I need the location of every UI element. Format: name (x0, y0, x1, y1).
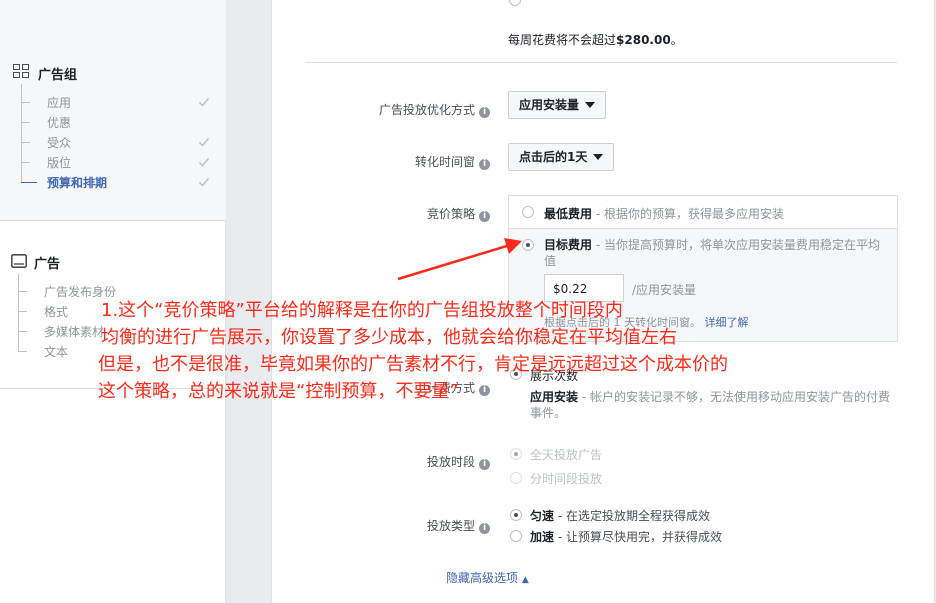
info-icon[interactable]: i (479, 459, 490, 470)
annotation-line-4: 这个策略，总的来说就是“控制预算，不要量” (98, 381, 459, 402)
tree-branch (21, 142, 30, 143)
info-icon[interactable]: i (479, 385, 490, 396)
schedule-label: 投放时段 i (290, 453, 490, 470)
tree-line (21, 84, 22, 183)
optimization-label-text: 广告投放优化方式 (378, 103, 475, 117)
schedule-all-day: 全天投放广告 (530, 448, 603, 462)
section-divider (305, 62, 897, 63)
tree-branch (18, 351, 27, 352)
ad-monitor-icon (11, 254, 27, 268)
annotation-arrow-icon (397, 238, 522, 281)
annotation-line-3: 但是，也不是很准，毕竟如果你的广告素材不行，肯定是远远超过这个成本价的 (98, 354, 728, 375)
window-label-text: 转化时间窗 (414, 155, 475, 169)
schedule-dayparting-radio[interactable] (510, 472, 522, 484)
delivery-standard-desc: - 在选定投放期全程获得成效 (554, 509, 710, 523)
tree-branch-active (21, 182, 37, 183)
bid-strategy-label: 竞价策略 i (290, 205, 490, 222)
window-value: 点击后的1天 (519, 150, 588, 164)
delivery-standard-radio[interactable] (510, 509, 522, 521)
info-icon[interactable]: i (479, 159, 490, 170)
sidebar-item-budget-schedule[interactable]: 预算和排期 (47, 174, 107, 191)
charge-installs-desc: - 帐户的安装记录不够，无法使用移动应用安装广告的付费事件。 (530, 390, 890, 420)
check-icon (198, 177, 210, 187)
hide-advanced-text: 隐藏高级选项 (446, 571, 519, 585)
spend-cap-text: 每周花费将不会超过$280.00。 (508, 31, 683, 48)
sidebar-item-placement[interactable]: 版位 (47, 154, 71, 171)
info-icon[interactable]: i (479, 523, 490, 534)
caret-down-icon (585, 102, 596, 108)
bid-strategy-label-text: 竞价策略 (426, 207, 475, 221)
tree-branch (21, 102, 30, 103)
schedule-dayparting: 分时间段投放 (530, 472, 603, 486)
delivery-standard-text: 匀速 - 在选定投放期全程获得成效 (530, 507, 710, 524)
window-label: 转化时间窗 i (290, 153, 490, 170)
annotation-line-1: 1.这个“竞价策略”平台给的解释是在你的广告组投放整个时间段内 (101, 300, 623, 321)
ad-section-title[interactable]: 广告 (34, 253, 60, 272)
optimization-value: 应用安装量 (519, 98, 580, 112)
learn-more-link[interactable]: 详细了解 (705, 316, 749, 329)
spend-cap-amount: $280.00 (616, 33, 671, 47)
bid-lowest-title: 最低费用 (544, 207, 593, 221)
spend-cap-prefix: 每周花费将不会超过 (508, 33, 617, 47)
caret-down-icon (593, 154, 604, 160)
info-icon[interactable]: i (479, 107, 490, 118)
bid-target-title: 目标费用 (544, 238, 593, 252)
sidebar-item-media[interactable]: 多媒体素材 (44, 323, 104, 340)
tree-branch (18, 291, 27, 292)
divider (0, 220, 226, 221)
check-icon (198, 137, 210, 147)
caret-up-icon: ▲ (521, 575, 529, 585)
adset-section-title[interactable]: 广告组 (38, 64, 77, 83)
sidebar-item-app[interactable]: 应用 (47, 94, 71, 111)
info-icon[interactable]: i (479, 211, 490, 222)
optimization-label: 广告投放优化方式 i (290, 101, 490, 118)
adset-section (0, 0, 226, 220)
optimization-dropdown[interactable]: 应用安装量 (508, 91, 607, 119)
hide-advanced-link[interactable]: 隐藏高级选项 ▲ (446, 569, 529, 586)
delivery-standard-title: 匀速 (530, 509, 555, 523)
charge-installs-text: 应用安装 - 帐户的安装记录不够，无法使用移动应用安装广告的付费事件。 (530, 389, 900, 421)
schedule-label-text: 投放时段 (426, 455, 475, 469)
delivery-accelerated-title: 加速 (530, 530, 555, 544)
tree-branch (18, 331, 27, 332)
delivery-accelerated-text: 加速 - 让预算尽快用完，并获得成效 (530, 528, 722, 545)
sidebar-item-format[interactable]: 格式 (44, 303, 68, 320)
check-icon (198, 97, 210, 107)
tree-branch (21, 162, 30, 163)
schedule-all-day-radio[interactable] (510, 448, 522, 460)
tree-line (18, 274, 19, 351)
spend-cap-suffix: 。 (670, 33, 683, 47)
bid-lowest-radio[interactable] (522, 206, 534, 218)
annotation-line-2: 均衡的进行广告展示，你设置了多少成本，他就会给你稳定在平均值左右 (101, 327, 677, 348)
tree-branch (21, 122, 30, 123)
adset-grid-icon (13, 64, 29, 78)
check-icon (198, 157, 210, 167)
delivery-label: 投放类型 i (290, 517, 490, 534)
bid-lowest-text: 最低费用 - 根据你的预算，获得最多应用安装 (544, 205, 784, 222)
tree-branch (18, 311, 27, 312)
delivery-accelerated-desc: - 让预算尽快用完，并获得成效 (554, 530, 722, 544)
bid-target-text: 目标费用 - 当你提高预算时，将单次应用安装量费用稳定在平均值 (544, 237, 884, 269)
bid-target-desc: - 当你提高预算时，将单次应用安装量费用稳定在平均值 (544, 238, 880, 268)
delivery-label-text: 投放类型 (426, 519, 475, 533)
sidebar-item-audience[interactable]: 受众 (47, 134, 71, 151)
bid-target-unit: /应用安装量 (632, 283, 697, 297)
bid-lowest-desc: - 根据你的预算，获得最多应用安装 (592, 207, 784, 221)
delivery-accelerated-radio[interactable] (510, 530, 522, 542)
charge-installs-title: 应用安装 (530, 390, 579, 404)
sidebar-item-text[interactable]: 文本 (44, 343, 68, 360)
window-dropdown[interactable]: 点击后的1天 (508, 143, 615, 171)
sidebar-item-offer[interactable]: 优惠 (47, 114, 71, 131)
